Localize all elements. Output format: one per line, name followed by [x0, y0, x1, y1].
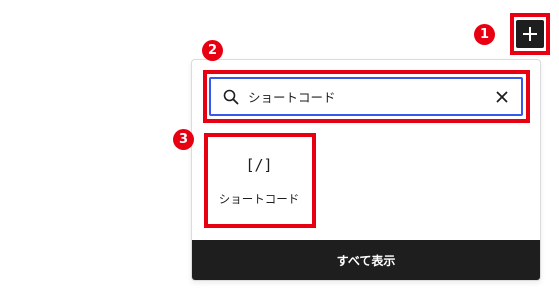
- search-input[interactable]: [248, 81, 492, 112]
- step-badge-1: 1: [474, 24, 495, 45]
- step-badge-3: 3: [173, 129, 194, 150]
- block-inserter-panel: [/] ショートコード すべて表示: [191, 59, 541, 281]
- shortcode-icon: [/]: [245, 156, 273, 174]
- block-item-shortcode[interactable]: [/] ショートコード: [209, 138, 309, 221]
- browse-all-label: すべて表示: [336, 253, 396, 268]
- plus-icon: [523, 27, 537, 41]
- search-icon: [221, 87, 241, 107]
- step-badge-2: 2: [202, 40, 223, 61]
- block-item-label: ショートコード: [218, 192, 300, 206]
- close-icon[interactable]: [492, 87, 512, 107]
- browse-all-button[interactable]: すべて表示: [192, 240, 540, 280]
- block-search-field[interactable]: [209, 77, 523, 116]
- add-block-button[interactable]: [516, 20, 544, 48]
